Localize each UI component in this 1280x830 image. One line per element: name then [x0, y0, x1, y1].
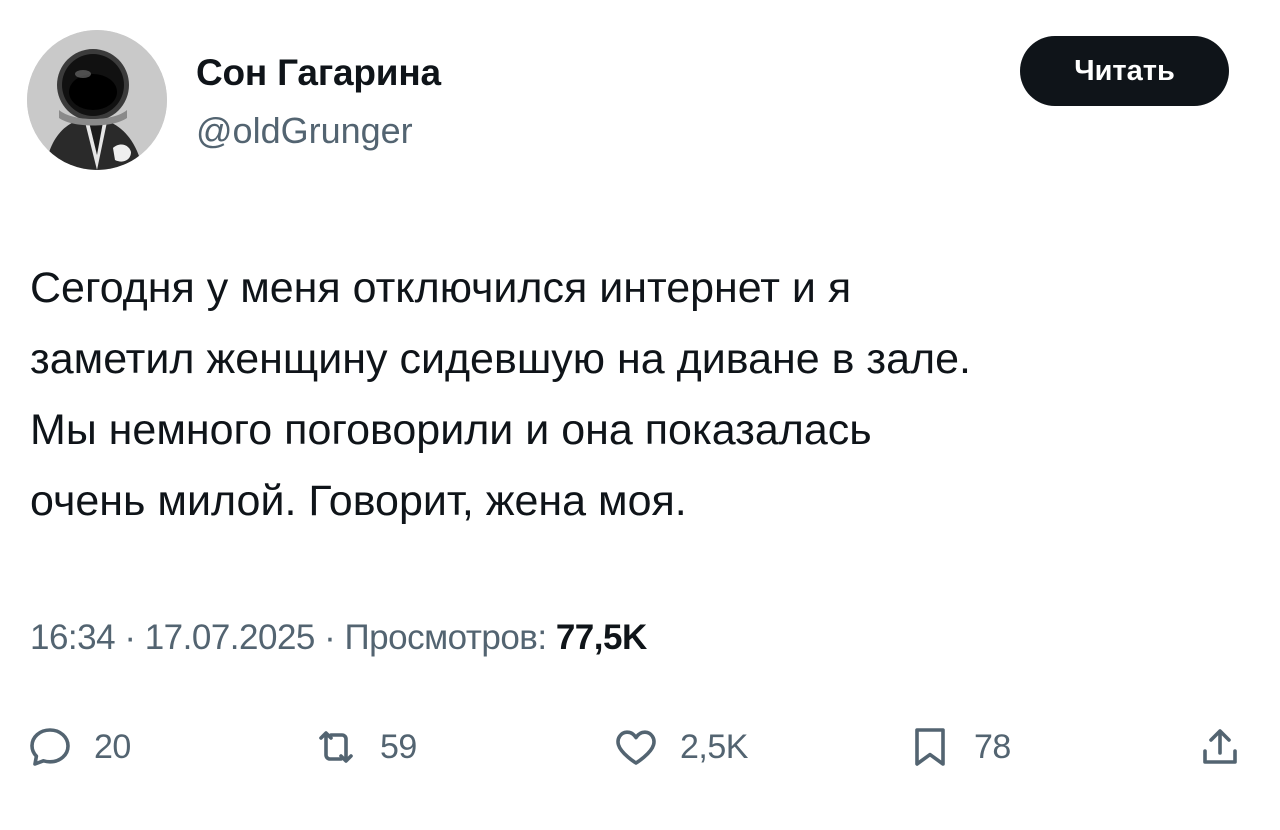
tweet-meta: 16:34 · 17.07.2025 · Просмотров: 77,5K	[30, 618, 647, 658]
tweet-card: Сон Гагарина @oldGrunger Читать Сегодня …	[0, 0, 1280, 830]
tweet-date[interactable]: 17.07.2025	[145, 618, 316, 657]
bookmark-icon	[915, 728, 945, 766]
reply-count: 20	[94, 727, 131, 766]
repost-count: 59	[380, 727, 417, 766]
bookmark-button[interactable]: 78	[906, 712, 1011, 782]
author-handle[interactable]: @oldGrunger	[196, 110, 413, 152]
views-count: 77,5K	[555, 618, 647, 657]
meta-separator: ·	[314, 618, 345, 657]
like-count: 2,5K	[680, 727, 748, 766]
views-label: Просмотров:	[344, 618, 547, 657]
repost-button[interactable]: 59	[312, 712, 417, 782]
bookmark-count: 78	[974, 727, 1011, 766]
repost-icon	[319, 731, 353, 763]
astronaut-avatar-icon	[27, 30, 167, 170]
follow-button[interactable]: Читать	[1020, 36, 1229, 106]
like-button[interactable]: 2,5K	[612, 712, 748, 782]
tweet-time[interactable]: 16:34	[30, 618, 116, 657]
reply-icon	[30, 728, 70, 766]
share-icon	[1203, 729, 1237, 764]
meta-separator: ·	[115, 618, 145, 657]
author-avatar[interactable]	[27, 30, 167, 170]
reply-button[interactable]: 20	[26, 712, 131, 782]
heart-icon	[616, 730, 656, 765]
share-button[interactable]	[1196, 712, 1244, 782]
tweet-text: Сегодня у меня отключился интернет и я з…	[30, 264, 971, 525]
action-bar: 20 59 2,5K 78	[0, 712, 1280, 782]
author-display-name[interactable]: Сон Гагарина	[196, 52, 441, 94]
